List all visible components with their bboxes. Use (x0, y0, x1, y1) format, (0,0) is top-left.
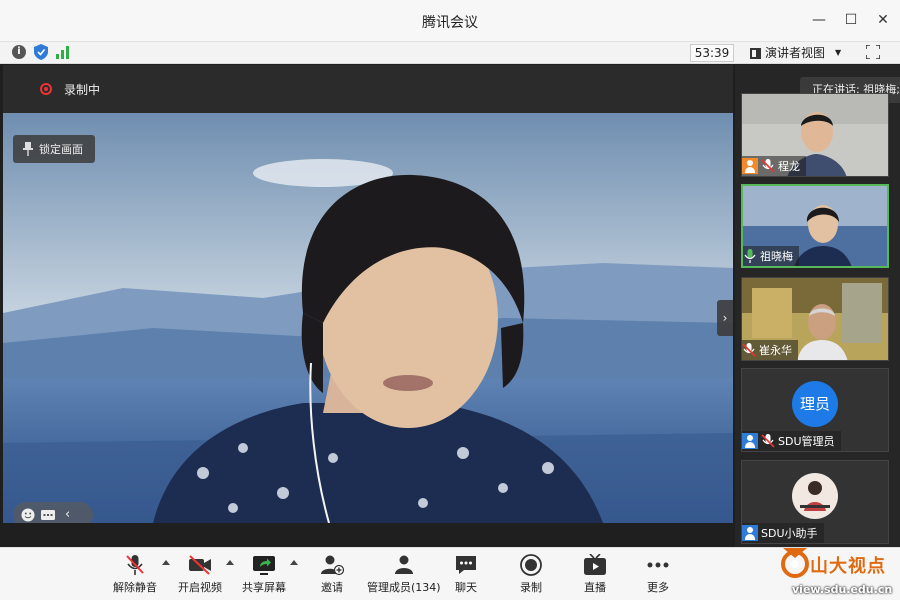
video-options-caret[interactable] (226, 560, 234, 565)
participant-tile[interactable]: 理员 SDU管理员 (741, 368, 889, 452)
share-screen-button[interactable]: 共享屏幕 (242, 554, 286, 595)
muted-mic-icon (126, 555, 144, 575)
chat-button[interactable]: 聊天 (454, 554, 478, 595)
more-button[interactable]: 更多 (646, 554, 670, 595)
muted-mic-icon (742, 343, 756, 357)
view-mode-dropdown[interactable]: 演讲者视图 ▼ (750, 44, 850, 62)
reaction-toolbar: ‹ (13, 502, 93, 523)
watermark-logo: 山大视点 view.sdu.edu.cn (778, 540, 898, 600)
host-icon (742, 158, 758, 174)
fullscreen-icon[interactable] (866, 45, 880, 59)
meeting-info-bar: i 53:39 演讲者视图 ▼ (0, 42, 900, 64)
user-icon (742, 433, 758, 449)
view-mode-label: 演讲者视图 (765, 46, 826, 60)
chevron-down-icon: ▼ (835, 48, 842, 57)
share-screen-label: 共享屏幕 (242, 581, 286, 594)
main-speaker-video[interactable]: 录制中 锁定画面 › ‹ (3, 65, 733, 523)
maximize-icon[interactable]: ☐ (842, 10, 860, 30)
title-bar: 腾讯会议 — ☐ ✕ (0, 0, 900, 42)
mic-active-icon (744, 249, 756, 263)
meeting-timer: 53:39 (690, 44, 734, 62)
close-icon[interactable]: ✕ (874, 10, 892, 30)
more-icon (647, 562, 669, 568)
meeting-toolbar: 解除静音 开启视频 共享屏幕 邀请 管理成员(134) 聊天 录制 直播 更多 (0, 547, 900, 600)
layout-icon (750, 47, 761, 59)
participant-tile-active[interactable]: 祖晓梅 (741, 184, 889, 268)
start-video-button[interactable]: 开启视频 (178, 554, 222, 595)
shield-icon[interactable] (34, 44, 48, 60)
avatar: 理员 (792, 381, 838, 427)
chat-icon (456, 556, 476, 574)
chevron-right-icon: › (722, 311, 728, 325)
share-options-caret[interactable] (290, 560, 298, 565)
participant-name: SDU管理员 (778, 435, 835, 448)
lock-view-label: 锁定画面 (39, 143, 83, 156)
participant-tile[interactable]: SDU小助手 (741, 460, 889, 544)
recording-icon (40, 83, 52, 95)
logo-icon (781, 548, 809, 578)
speaker-video-frame (3, 113, 733, 523)
invite-button[interactable]: 邀请 (320, 554, 344, 595)
participant-name: SDU小助手 (761, 527, 818, 540)
participant-gallery: 正在讲话: 祖晓梅; 程龙 祖晓梅 崔永华 理员 SDU管理员 SDU小助手 (735, 65, 900, 547)
share-screen-icon (253, 556, 275, 575)
emoji-icon[interactable] (21, 508, 35, 522)
info-icon[interactable]: i (12, 45, 26, 59)
manage-members-button[interactable]: 管理成员(134) (367, 554, 441, 595)
manage-members-label: 管理成员(134) (367, 581, 441, 594)
minimize-icon[interactable]: — (810, 10, 828, 30)
chat-label: 聊天 (455, 581, 477, 594)
participant-tile[interactable]: 程龙 (741, 93, 889, 177)
record-label: 录制 (520, 581, 542, 594)
participant-name: 崔永华 (759, 344, 792, 357)
collapse-sidebar-button[interactable]: › (717, 300, 733, 336)
participant-tile[interactable]: 崔永华 (741, 277, 889, 361)
danmaku-icon[interactable] (41, 508, 55, 522)
recording-bar: 录制中 (3, 65, 733, 113)
start-video-label: 开启视频 (178, 581, 222, 594)
members-icon (394, 555, 413, 574)
video-off-icon (189, 555, 211, 575)
participant-name: 祖晓梅 (760, 250, 793, 263)
watermark-url: view.sdu.edu.cn (792, 583, 893, 596)
watermark-text: 山大视点 (810, 556, 886, 577)
unmute-label: 解除静音 (113, 581, 157, 594)
live-icon (584, 554, 606, 575)
live-stream-button[interactable]: 直播 (583, 554, 607, 595)
lock-view-button[interactable]: 锁定画面 (13, 135, 95, 163)
record-button[interactable]: 录制 (519, 554, 543, 595)
invite-icon (321, 555, 344, 576)
invite-label: 邀请 (321, 581, 343, 594)
chevron-left-icon[interactable]: ‹ (65, 508, 79, 522)
window-title: 腾讯会议 (422, 15, 478, 31)
participant-name: 程龙 (778, 160, 800, 173)
pin-icon (23, 142, 33, 156)
record-icon (520, 554, 542, 576)
audio-options-caret[interactable] (162, 560, 170, 565)
user-icon (742, 525, 758, 541)
muted-mic-icon (761, 159, 775, 173)
live-stream-label: 直播 (584, 581, 606, 594)
unmute-button[interactable]: 解除静音 (113, 554, 157, 595)
signal-icon[interactable] (56, 45, 72, 59)
muted-mic-icon (761, 434, 775, 448)
avatar (792, 473, 838, 519)
recording-label: 录制中 (64, 83, 101, 97)
more-label: 更多 (647, 581, 669, 594)
window-controls: — ☐ ✕ (810, 10, 892, 30)
